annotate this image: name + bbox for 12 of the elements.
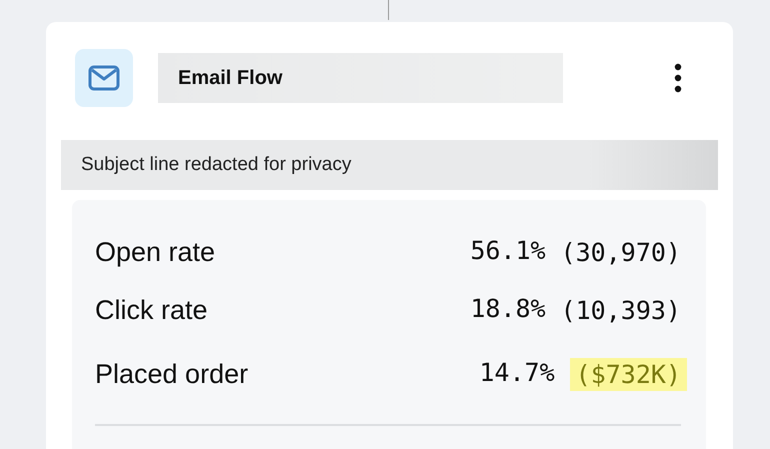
metric-label: Open rate: [95, 236, 216, 268]
metric-percent: 18.8%: [470, 294, 546, 324]
metric-label: Click rate: [95, 294, 208, 326]
flow-title: Email Flow: [158, 53, 563, 103]
metric-percent: 14.7%: [479, 358, 555, 388]
metric-percent: 56.1%: [470, 236, 546, 266]
metric-label: Placed order: [95, 358, 248, 390]
highlighted-metric-count: ($732K): [570, 358, 687, 390]
envelope-icon: [75, 49, 133, 107]
more-options-icon[interactable]: [674, 63, 682, 93]
metric-count: (30,970): [560, 236, 681, 268]
metric-count: (10,393): [560, 294, 681, 326]
